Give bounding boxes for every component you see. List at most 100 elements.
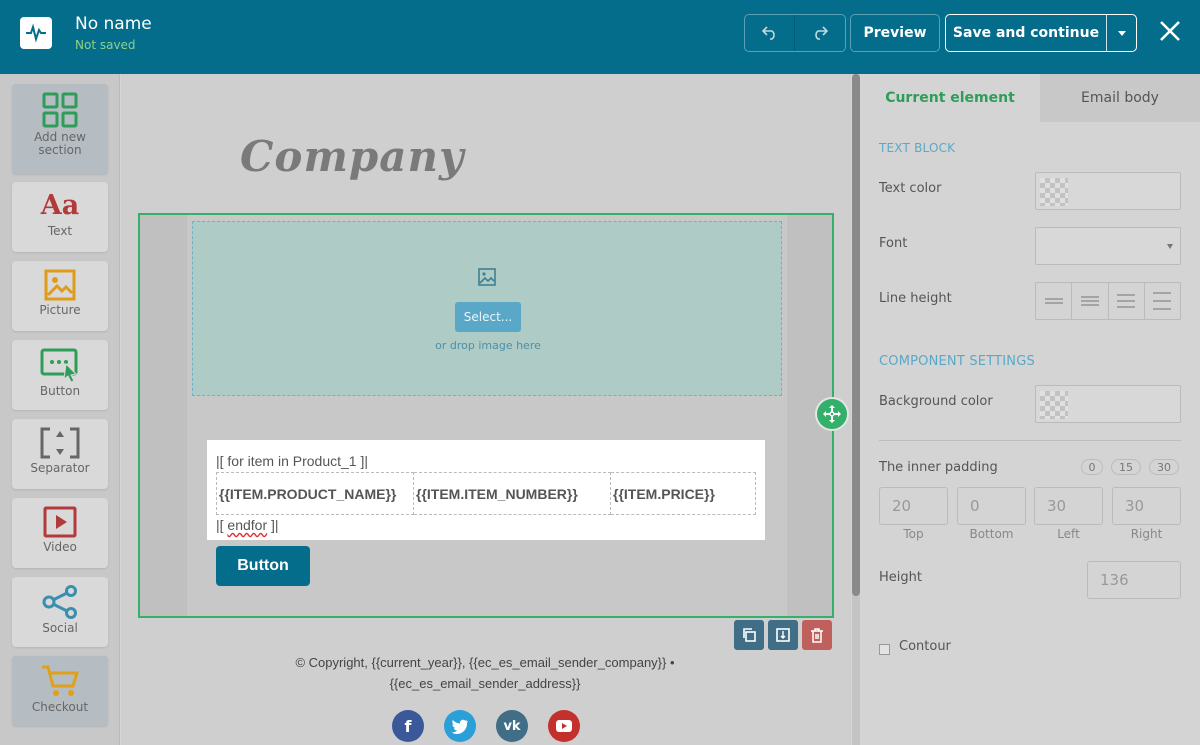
inner-padding-label: The inner padding [879, 460, 998, 475]
scrollbar-thumb[interactable] [852, 74, 860, 596]
save-section-button[interactable] [768, 620, 798, 650]
height-input[interactable]: 136 [1087, 561, 1181, 599]
sidebar-item-separator[interactable]: Separator [12, 419, 108, 489]
save-options-dropdown[interactable] [1107, 15, 1136, 51]
cart-icon [42, 665, 80, 696]
undo-button[interactable] [745, 15, 795, 51]
tab-current-element[interactable]: Current element [860, 74, 1040, 122]
trash-icon [811, 627, 823, 643]
text-block[interactable]: |[ for item in Product_1 ]| {{ITEM.PRODU… [207, 440, 765, 540]
vk-icon[interactable]: vk [496, 710, 528, 742]
sidebar-item-label: Text [47, 224, 73, 238]
background-color-label: Background color [879, 394, 993, 409]
history-buttons [744, 14, 846, 52]
sidebar-item-label: Video [43, 540, 77, 554]
line-height-options [1035, 282, 1181, 320]
close-button[interactable] [1155, 16, 1185, 46]
loop-end-word: endfor [227, 517, 268, 533]
padding-bottom-input[interactable]: 0 [957, 487, 1026, 525]
text-color-label: Text color [879, 181, 942, 196]
sidebar-item-checkout[interactable]: Checkout [12, 656, 108, 726]
save-and-continue-group: Save and continue [945, 14, 1137, 52]
canvas-scrollbar[interactable] [852, 74, 860, 745]
sidebar-item-video[interactable]: Video [12, 498, 108, 568]
footer-line-2: {{ec_es_email_sender_address}} [389, 676, 581, 691]
padding-top-label: Top [903, 527, 924, 541]
twitter-icon[interactable] [444, 710, 476, 742]
sidebar-item-text[interactable]: Aa Text [12, 182, 108, 252]
padding-preset-0[interactable]: 0 [1081, 459, 1103, 475]
image-drop-zone[interactable]: Select... or drop image here [192, 221, 782, 396]
facebook-icon[interactable]: f [392, 710, 424, 742]
contour-label: Contour [899, 639, 951, 654]
font-select[interactable] [1035, 227, 1181, 265]
line-height-option-1[interactable] [1036, 283, 1073, 319]
select-image-button[interactable]: Select... [455, 302, 521, 332]
save-block-icon [776, 628, 790, 642]
chevron-down-icon [1117, 30, 1126, 36]
footer-line-1: © Copyright, {{current_year}}, {{ec_es_e… [295, 655, 675, 670]
image-placeholder-icon [478, 268, 496, 286]
table-cell: {{ITEM.PRODUCT_NAME}} [216, 472, 414, 515]
loop-start: |[ for item in Product_1 ]| [216, 453, 369, 469]
duplicate-section-button[interactable] [734, 620, 764, 650]
separator-icon [40, 427, 80, 459]
transparent-swatch-icon [1040, 178, 1068, 206]
divider [879, 440, 1181, 441]
padding-left-label: Left [1057, 527, 1080, 541]
padding-preset-30[interactable]: 30 [1149, 459, 1179, 475]
move-section-handle[interactable] [815, 397, 849, 431]
sidebar-item-label: Button [39, 384, 81, 398]
sidebar-item-label: Picture [39, 303, 81, 317]
company-logo[interactable]: Company [240, 132, 464, 181]
undo-icon [761, 26, 775, 40]
text-block-heading: TEXT BLOCK [879, 141, 956, 155]
table-cell: {{ITEM.ITEM_NUMBER}} [413, 472, 611, 515]
padding-top-input[interactable]: 20 [879, 487, 948, 525]
save-status: Not saved [75, 38, 136, 52]
settings-panel: Current element Email body TEXT BLOCK Te… [860, 74, 1200, 745]
sidebar-item-label: Separator [30, 461, 90, 475]
preview-button[interactable]: Preview [850, 14, 940, 52]
elements-sidebar: Add new section Aa Text Picture Button S… [0, 74, 120, 745]
youtube-icon[interactable] [548, 710, 580, 742]
line-height-tight-icon [1044, 298, 1063, 304]
close-icon [1160, 21, 1180, 41]
chevron-down-icon [1167, 244, 1173, 249]
padding-preset-15[interactable]: 15 [1111, 459, 1141, 475]
line-height-option-2[interactable] [1072, 283, 1109, 319]
document-title[interactable]: No name [75, 14, 152, 34]
padding-right-input[interactable]: 30 [1112, 487, 1181, 525]
contour-checkbox[interactable] [879, 644, 890, 655]
table-row: {{ITEM.PRODUCT_NAME}} {{ITEM.ITEM_NUMBER… [216, 472, 756, 515]
delete-section-button[interactable] [802, 620, 832, 650]
padding-right-label: Right [1130, 527, 1163, 541]
app-logo-icon[interactable] [20, 17, 52, 49]
text-color-picker[interactable] [1035, 172, 1181, 210]
text-aa-icon: Aa [40, 190, 80, 221]
email-button[interactable]: Button [216, 546, 310, 586]
loop-end: |[ endfor ]| [216, 517, 279, 533]
transparent-swatch-icon [1040, 391, 1068, 419]
video-icon [43, 506, 77, 538]
sidebar-item-add-section[interactable]: Add new section [12, 84, 108, 174]
padding-left-input[interactable]: 30 [1034, 487, 1103, 525]
line-height-option-3[interactable] [1109, 283, 1145, 319]
tab-email-body[interactable]: Email body [1040, 74, 1200, 122]
grid-icon [42, 92, 78, 128]
redo-button[interactable] [795, 15, 845, 51]
drop-image-hint: or drop image here [435, 339, 541, 352]
copy-icon [743, 628, 756, 642]
sidebar-item-label: Social [42, 621, 78, 635]
footer-copyright[interactable]: © Copyright, {{current_year}}, {{ec_es_e… [260, 652, 710, 694]
sidebar-item-button[interactable]: Button [12, 340, 108, 410]
background-color-picker[interactable] [1035, 385, 1181, 423]
line-height-option-4[interactable] [1145, 283, 1180, 319]
save-and-continue-button[interactable]: Save and continue [946, 15, 1107, 51]
sidebar-item-picture[interactable]: Picture [12, 261, 108, 331]
share-icon [42, 585, 77, 619]
font-label: Font [879, 236, 908, 251]
sidebar-item-social[interactable]: Social [12, 577, 108, 647]
line-height-label: Line height [879, 291, 952, 306]
redo-icon [815, 26, 828, 40]
